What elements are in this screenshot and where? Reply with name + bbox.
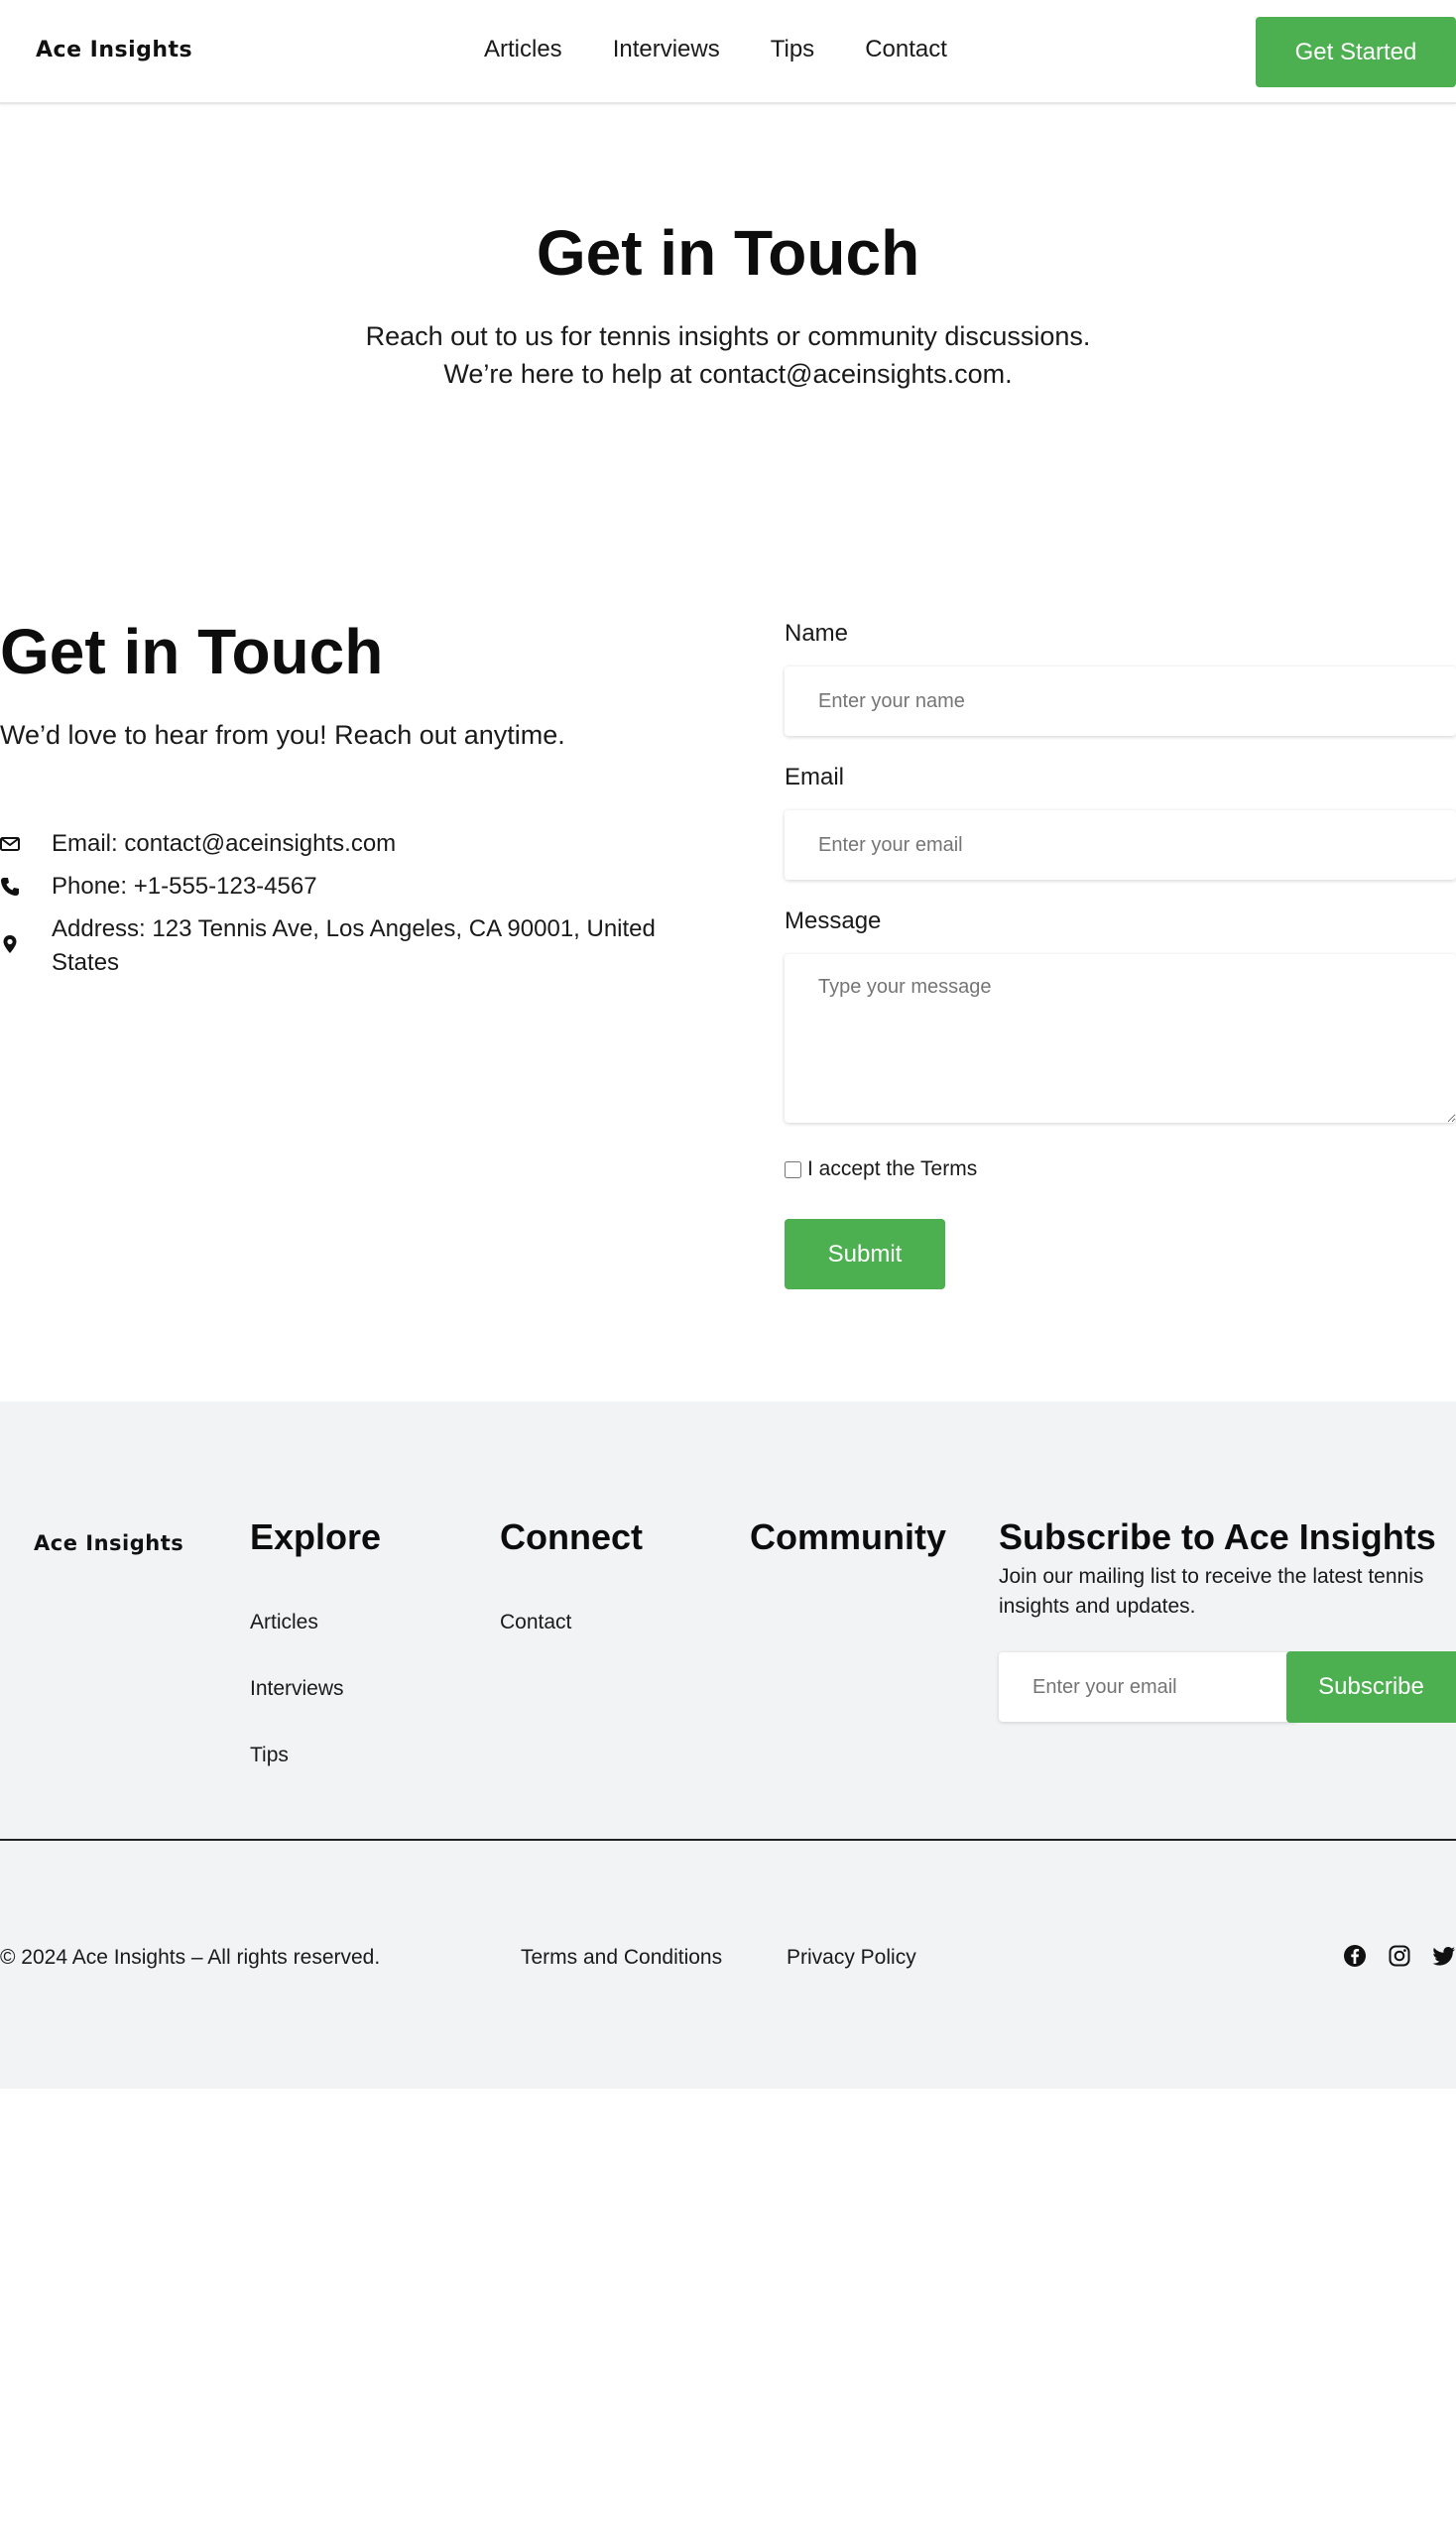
contact-subtitle: We’d love to hear from you! Reach out an… (0, 720, 565, 750)
site-logo[interactable]: Ace Insights (36, 38, 192, 62)
email-input[interactable] (785, 810, 1456, 880)
hero-subtitle-line-1: Reach out to us for tennis insights or c… (365, 321, 1091, 351)
hero-subtitle: Reach out to us for tennis insights or c… (0, 317, 1456, 393)
submit-button[interactable]: Submit (785, 1219, 945, 1289)
nav-link-contact[interactable]: Contact (865, 36, 947, 63)
nav-link-articles[interactable]: Articles (484, 36, 562, 63)
footer-connect-title: Connect (500, 1516, 643, 1557)
hero-subtitle-line-2: We’re here to help at contact@aceinsight… (443, 359, 1013, 389)
site-footer: Ace Insights Explore Articles Interviews… (0, 1401, 1456, 2089)
footer-divider (0, 1839, 1456, 1841)
terms-and-conditions-link[interactable]: Terms and Conditions (521, 1946, 722, 1970)
footer-explore-title: Explore (250, 1516, 382, 1557)
map-pin-icon (3, 935, 17, 953)
terms-row[interactable]: I accept the Terms (785, 1157, 977, 1181)
envelope-icon (0, 837, 20, 851)
name-input[interactable] (785, 666, 1456, 736)
footer-logo[interactable]: Ace Insights (34, 1531, 183, 1555)
footer-link-tips[interactable]: Tips (250, 1744, 289, 1767)
nav-link-tips[interactable]: Tips (771, 36, 814, 63)
terms-checkbox[interactable] (785, 1160, 801, 1178)
nav-link-interviews[interactable]: Interviews (613, 36, 720, 63)
hero-title: Get in Touch (536, 217, 920, 289)
phone-icon (1, 878, 19, 896)
contact-phone: Phone: +1-555-123-4567 (52, 873, 317, 900)
message-textarea[interactable] (785, 954, 1456, 1123)
facebook-icon[interactable] (1343, 1944, 1367, 1968)
footer-community-title: Community (750, 1516, 946, 1557)
twitter-icon[interactable] (1432, 1944, 1456, 1968)
instagram-icon[interactable] (1388, 1944, 1411, 1968)
contact-address: Address: 123 Tennis Ave, Los Angeles, CA… (52, 915, 656, 976)
subscribe-title: Subscribe to Ace Insights (999, 1516, 1436, 1557)
email-label: Email (785, 764, 845, 790)
main-nav: Articles Interviews Tips Contact (484, 36, 998, 63)
subscribe-button[interactable]: Subscribe (1286, 1651, 1456, 1723)
get-started-button[interactable]: Get Started (1256, 17, 1456, 87)
terms-label: I accept the Terms (807, 1157, 978, 1180)
message-label: Message (785, 907, 882, 934)
footer-link-interviews[interactable]: Interviews (250, 1677, 344, 1701)
name-label: Name (785, 620, 849, 647)
footer-link-articles[interactable]: Articles (250, 1611, 318, 1634)
contact-title: Get in Touch (0, 616, 384, 687)
copyright-text: © 2024 Ace Insights – All rights reserve… (0, 1946, 381, 1969)
subscribe-email-input[interactable] (999, 1652, 1296, 1722)
subscribe-text: Join our mailing list to receive the lat… (999, 1565, 1424, 1618)
contact-email: Email: contact@aceinsights.com (52, 830, 397, 857)
footer-link-contact[interactable]: Contact (500, 1611, 571, 1634)
privacy-policy-link[interactable]: Privacy Policy (787, 1946, 916, 1970)
site-header: Ace Insights Articles Interviews Tips Co… (0, 0, 1456, 104)
